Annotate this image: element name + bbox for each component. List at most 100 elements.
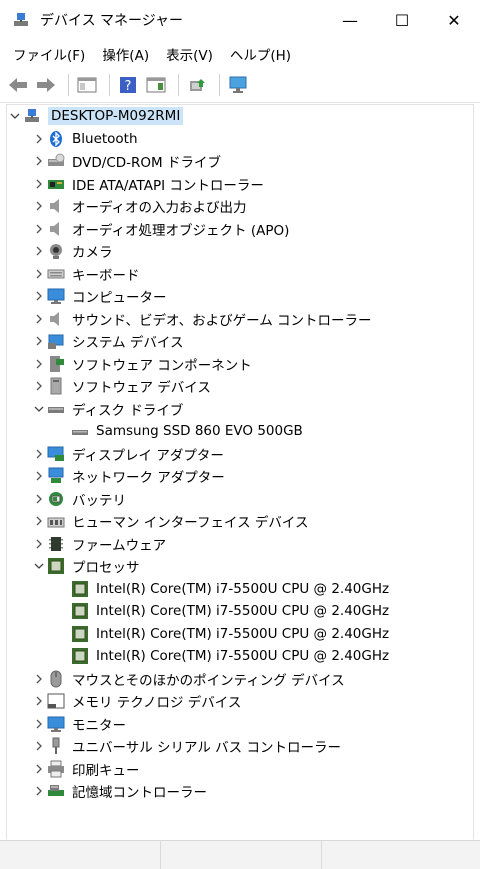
speaker-icon: [47, 220, 65, 238]
action-pane-icon[interactable]: [144, 73, 168, 97]
device-category[interactable]: コンピューター: [7, 285, 473, 308]
chevron-right-icon[interactable]: [31, 288, 47, 304]
device-category[interactable]: メモリ テクノロジ デバイス: [7, 690, 473, 713]
device-item[interactable]: Samsung SSD 860 EVO 500GB: [7, 420, 473, 443]
scan-hardware-icon[interactable]: [226, 73, 250, 97]
chevron-right-icon[interactable]: [31, 311, 47, 327]
back-arrow-icon[interactable]: [6, 73, 30, 97]
menu-action[interactable]: 操作(A): [95, 41, 156, 67]
tree-item-label: ディスプレイ アダプター: [72, 447, 224, 464]
toolbar-separator: [178, 74, 179, 96]
tree-item-label: Samsung SSD 860 EVO 500GB: [96, 423, 303, 440]
menu-file[interactable]: ファイル(F): [6, 41, 92, 67]
device-category[interactable]: 印刷キュー: [7, 758, 473, 781]
title-bar: デバイス マネージャー — ☐ ✕: [0, 0, 480, 40]
chevron-right-icon[interactable]: [31, 761, 47, 777]
software-component-icon: [47, 355, 65, 373]
processor-icon: [71, 647, 89, 665]
properties-icon[interactable]: [75, 73, 99, 97]
menu-bar: ファイル(F) 操作(A) 表示(V) ヘルプ(H): [0, 40, 480, 68]
chevron-right-icon[interactable]: [31, 468, 47, 484]
forward-arrow-icon[interactable]: [34, 73, 58, 97]
chevron-right-icon[interactable]: [31, 693, 47, 709]
device-tree[interactable]: DESKTOP-M092RMI Bluetooth DVD/CD-ROM ドライブ…: [6, 104, 474, 839]
chevron-right-icon[interactable]: [31, 738, 47, 754]
tree-item-label: オーディオ処理オブジェクト (APO): [72, 222, 290, 239]
device-category[interactable]: オーディオの入力および出力: [7, 195, 473, 218]
device-category[interactable]: カメラ: [7, 240, 473, 263]
maximize-button[interactable]: ☐: [376, 0, 428, 40]
chevron-right-icon[interactable]: [31, 131, 47, 147]
speaker-icon: [47, 310, 65, 328]
chevron-right-icon[interactable]: [31, 716, 47, 732]
device-item[interactable]: Intel(R) Core(TM) i7-5500U CPU @ 2.40GHz: [7, 645, 473, 668]
chevron-right-icon[interactable]: [31, 153, 47, 169]
bluetooth-icon: [47, 130, 65, 148]
chevron-right-icon[interactable]: [31, 221, 47, 237]
chevron-right-icon[interactable]: [31, 333, 47, 349]
tree-item-label: オーディオの入力および出力: [72, 200, 247, 217]
chevron-right-icon[interactable]: [31, 356, 47, 372]
close-button[interactable]: ✕: [428, 0, 480, 40]
device-category[interactable]: マウスとそのほかのポインティング デバイス: [7, 668, 473, 691]
device-category[interactable]: IDE ATA/ATAPI コントローラー: [7, 173, 473, 196]
device-item[interactable]: Intel(R) Core(TM) i7-5500U CPU @ 2.40GHz: [7, 578, 473, 601]
minimize-button[interactable]: —: [324, 0, 376, 40]
chevron-right-icon[interactable]: [31, 198, 47, 214]
device-category[interactable]: 記憶域コントローラー: [7, 780, 473, 803]
device-category[interactable]: Bluetooth: [7, 128, 473, 151]
help-icon[interactable]: ?: [116, 73, 140, 97]
update-driver-icon[interactable]: [185, 73, 209, 97]
device-category[interactable]: DVD/CD-ROM ドライブ: [7, 150, 473, 173]
device-category[interactable]: ソフトウェア コンポーネント: [7, 353, 473, 376]
keyboard-icon: [47, 265, 65, 283]
tree-item-label: キーボード: [72, 267, 140, 284]
device-item[interactable]: Intel(R) Core(TM) i7-5500U CPU @ 2.40GHz: [7, 600, 473, 623]
device-category[interactable]: ファームウェア: [7, 533, 473, 556]
processor-icon: [71, 580, 89, 598]
device-category[interactable]: ユニバーサル シリアル バス コントローラー: [7, 735, 473, 758]
chevron-right-icon[interactable]: [31, 446, 47, 462]
device-category[interactable]: ディスク ドライブ: [7, 398, 473, 421]
tree-item-label: DVD/CD-ROM ドライブ: [72, 155, 221, 172]
usb-icon: [47, 737, 65, 755]
tree-item-label: ディスク ドライブ: [72, 402, 184, 419]
chevron-right-icon[interactable]: [31, 671, 47, 687]
menu-view[interactable]: 表示(V): [159, 41, 220, 67]
tree-item-label: Intel(R) Core(TM) i7-5500U CPU @ 2.40GHz: [96, 603, 390, 620]
device-item[interactable]: Intel(R) Core(TM) i7-5500U CPU @ 2.40GHz: [7, 623, 473, 646]
menu-help[interactable]: ヘルプ(H): [223, 41, 298, 67]
chevron-right-icon[interactable]: [31, 783, 47, 799]
device-category[interactable]: システム デバイス: [7, 330, 473, 353]
chevron-right-icon[interactable]: [31, 491, 47, 507]
tree-item-label: ソフトウェア デバイス: [72, 380, 211, 397]
monitor-icon: [47, 715, 65, 733]
device-category[interactable]: サウンド、ビデオ、およびゲーム コントローラー: [7, 308, 473, 331]
device-category[interactable]: キーボード: [7, 263, 473, 286]
storage-controller-icon: [47, 782, 65, 800]
chevron-right-icon[interactable]: [31, 378, 47, 394]
device-category[interactable]: バッテリ: [7, 488, 473, 511]
chevron-down-icon[interactable]: [31, 558, 47, 574]
chevron-right-icon[interactable]: [31, 176, 47, 192]
device-category[interactable]: ネットワーク アダプター: [7, 465, 473, 488]
chevron-down-icon[interactable]: [31, 401, 47, 417]
device-category[interactable]: プロセッサ: [7, 555, 473, 578]
device-category[interactable]: ディスプレイ アダプター: [7, 443, 473, 466]
device-category[interactable]: オーディオ処理オブジェクト (APO): [7, 218, 473, 241]
chevron-right-icon[interactable]: [31, 266, 47, 282]
device-category[interactable]: ヒューマン インターフェイス デバイス: [7, 510, 473, 533]
tree-item-label: Bluetooth: [72, 130, 138, 147]
hid-icon: [47, 512, 65, 530]
software-device-icon: [47, 377, 65, 395]
chevron-right-icon[interactable]: [31, 513, 47, 529]
chevron-right-icon[interactable]: [31, 243, 47, 259]
device-category[interactable]: モニター: [7, 713, 473, 736]
tree-root[interactable]: DESKTOP-M092RMI: [7, 105, 473, 128]
chevron-right-icon[interactable]: [31, 536, 47, 552]
processor-icon: [71, 602, 89, 620]
chevron-down-icon[interactable]: [7, 108, 23, 124]
device-category[interactable]: ソフトウェア デバイス: [7, 375, 473, 398]
camera-icon: [47, 242, 65, 260]
